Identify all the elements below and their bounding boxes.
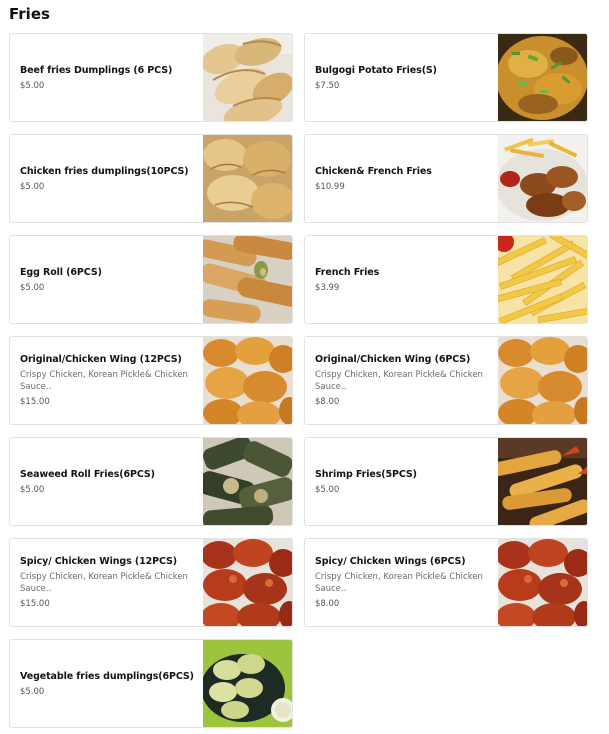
item-name: Shrimp Fries(5PCS) [315, 468, 417, 480]
item-name: Chicken fries dumplings(10PCS) [20, 165, 189, 177]
menu-item-card[interactable]: Bulgogi Potato Fries(S) $7.50 [304, 33, 588, 122]
french-fries-photo [498, 236, 587, 323]
fried-chicken-photo [498, 337, 587, 424]
menu-item-card[interactable]: Shrimp Fries(5PCS) $5.00 [304, 437, 588, 526]
item-price: $8.00 [315, 397, 340, 407]
menu-item-card[interactable]: Vegetable fries dumplings(6PCS) $5.00 [9, 639, 293, 728]
menu-item-card[interactable]: Beef fries Dumplings (6 PCS) $5.00 [9, 33, 293, 122]
item-price: $5.00 [20, 181, 45, 192]
item-name: Spicy/ Chicken Wings (6PCS) [315, 556, 466, 567]
item-name: French Fries [315, 266, 380, 278]
loaded-fries-photo [498, 34, 587, 121]
item-name: Vegetable fries dumplings(6PCS) [20, 670, 194, 682]
spicy-wings-photo [203, 539, 292, 626]
menu-item-card[interactable]: Spicy/ Chicken Wings (6PCS) Crispy Chick… [304, 538, 588, 627]
item-description: Crispy Chicken, Korean Pickle& Chicken S… [315, 572, 483, 594]
menu-item-card[interactable]: Chicken& French Fries $10.99 [304, 134, 588, 223]
dumplings-photo [203, 34, 292, 121]
menu-item-card[interactable]: Original/Chicken Wing (6PCS) Crispy Chic… [304, 336, 588, 425]
section-title: Fries [9, 5, 50, 23]
fried-shrimp-photo [498, 438, 587, 525]
item-price: $5.00 [20, 484, 45, 495]
menu-item-card[interactable]: Chicken fries dumplings(10PCS) $5.00 [9, 134, 293, 223]
item-price: $15.00 [20, 397, 50, 407]
item-price: $10.99 [315, 181, 345, 192]
item-price: $8.00 [315, 599, 340, 609]
item-name: Original/Chicken Wing (12PCS) [20, 354, 182, 365]
item-price: $7.50 [315, 80, 340, 91]
item-name: Original/Chicken Wing (6PCS) [315, 354, 471, 365]
menu-item-card[interactable]: Seaweed Roll Fries(6PCS) $5.00 [9, 437, 293, 526]
wings-fries-photo [498, 135, 587, 222]
item-name: Egg Roll (6PCS) [20, 266, 102, 278]
fried-chicken-photo [203, 337, 292, 424]
item-price: $5.00 [315, 484, 340, 495]
egg-roll-photo [203, 236, 292, 323]
item-description: Crispy Chicken, Korean Pickle& Chicken S… [315, 370, 483, 392]
item-price: $3.99 [315, 282, 340, 293]
menu-item-card[interactable]: French Fries $3.99 [304, 235, 588, 324]
item-name: Spicy/ Chicken Wings (12PCS) [20, 556, 178, 567]
item-description: Crispy Chicken, Korean Pickle& Chicken S… [20, 370, 188, 392]
menu-item-card[interactable]: Egg Roll (6PCS) $5.00 [9, 235, 293, 324]
steamed-dumplings-photo [203, 640, 292, 727]
item-name: Seaweed Roll Fries(6PCS) [20, 468, 155, 480]
seaweed-roll-photo [203, 438, 292, 525]
item-price: $5.00 [20, 282, 45, 293]
item-price: $5.00 [20, 686, 45, 697]
spicy-wings-photo [498, 539, 587, 626]
menu-item-card[interactable]: Original/Chicken Wing (12PCS) Crispy Chi… [9, 336, 293, 425]
item-description: Crispy Chicken, Korean Pickle& Chicken S… [20, 572, 188, 594]
item-name: Bulgogi Potato Fries(S) [315, 64, 437, 76]
item-name: Chicken& French Fries [315, 165, 432, 177]
item-price: $5.00 [20, 80, 45, 91]
menu-item-card[interactable]: Spicy/ Chicken Wings (12PCS) Crispy Chic… [9, 538, 293, 627]
item-price: $15.00 [20, 599, 50, 609]
fried-dumplings-photo [203, 135, 292, 222]
item-name: Beef fries Dumplings (6 PCS) [20, 64, 173, 76]
